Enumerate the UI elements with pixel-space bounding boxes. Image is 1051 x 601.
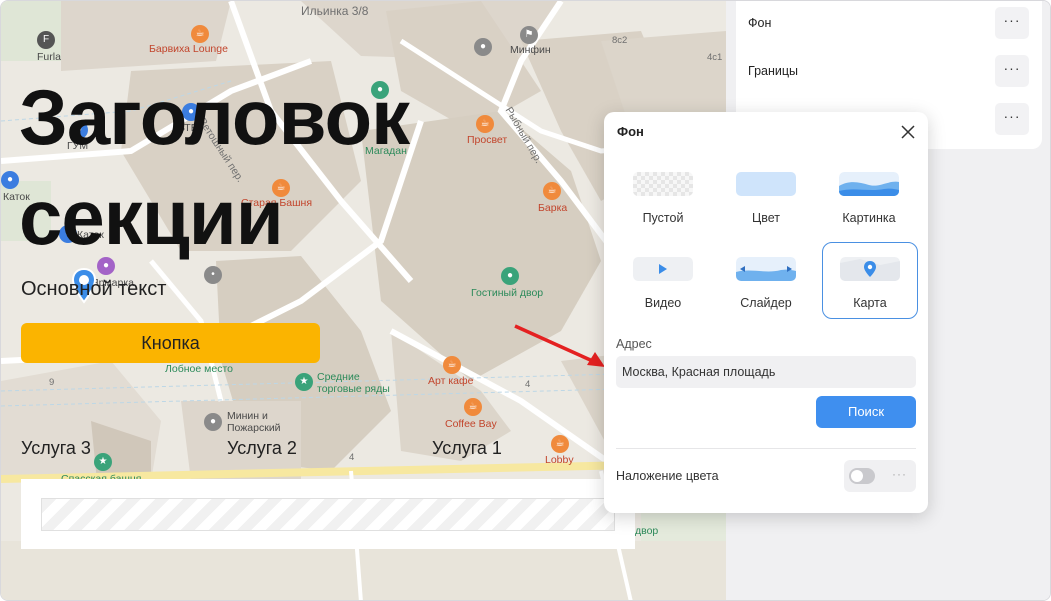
map-label-gostiny: Гостиный двор: [471, 287, 544, 299]
map-label-minin2: Пожарский: [227, 422, 281, 434]
map-label-coffee-bay: Coffee Bay: [445, 418, 497, 430]
close-icon[interactable]: [900, 124, 916, 140]
color-overlay-control: ···: [844, 460, 916, 492]
option-map[interactable]: Карта: [822, 242, 918, 319]
section-subtext[interactable]: Основной текст: [21, 278, 166, 301]
option-image[interactable]: Картинка: [822, 158, 916, 233]
background-more-button[interactable]: ···: [995, 7, 1029, 39]
map-label-4: 4: [525, 379, 531, 390]
monument-icon: ●: [204, 413, 222, 431]
cafe3-icon: ☕: [543, 182, 561, 200]
popup-title: Фон: [617, 124, 644, 139]
map-label-barka: Барка: [538, 202, 568, 214]
map-label-art-cafe: Арт кафе: [428, 375, 474, 387]
cafe5-icon: ☕: [464, 398, 482, 416]
setting-background-label: Фон: [748, 16, 772, 30]
option-map-label: Карта: [853, 296, 887, 310]
color-overlay-toggle[interactable]: [849, 468, 875, 484]
option-video[interactable]: Видео: [616, 243, 710, 318]
option-color-label: Цвет: [751, 211, 780, 225]
museum-icon: ●: [474, 38, 492, 56]
service-1-label[interactable]: Услуга 1: [432, 438, 502, 459]
map-label-srednie2: торговые ряды: [317, 383, 390, 395]
restaurant-icon: ☕: [191, 25, 209, 43]
map-label-srednie1: Средние: [317, 371, 360, 383]
map-label-furla: Furla: [37, 51, 61, 63]
service-3-label[interactable]: Услуга 3: [21, 438, 91, 459]
map-label-barvikha: Барвиха Lounge: [149, 43, 228, 55]
furla-icon: F: [37, 31, 55, 49]
address-input[interactable]: [616, 356, 916, 388]
cafe4-icon: ☕: [443, 356, 461, 374]
image-icon: [839, 172, 899, 196]
map-label-8c2: 8с2: [612, 35, 628, 46]
section-heading-line1: Заголовок: [19, 73, 410, 161]
app-frame: F Furla Ильинка 3/8 ☕ Барвиха Lounge ⚑ М…: [0, 0, 1051, 601]
cafe-icon: ☕: [476, 115, 494, 133]
option-empty-label: Пустой: [642, 211, 684, 225]
section-strip: [21, 479, 635, 549]
map-label-4c1: 4с1: [707, 52, 723, 63]
color-overlay-more-button[interactable]: ···: [892, 467, 907, 481]
placeholder-block[interactable]: [41, 498, 615, 531]
map-label-4b: 4: [349, 452, 355, 463]
section-heading[interactable]: Заголовок секции: [19, 67, 410, 267]
map-label-minin1: Минин и: [227, 410, 268, 422]
setting-borders-label: Границы: [748, 64, 798, 78]
skate-icon: ●: [1, 171, 19, 189]
map-label-ilinka: Ильинка 3/8: [301, 4, 369, 18]
section-heading-line2: секции: [19, 173, 284, 261]
address-label: Адрес: [616, 337, 652, 351]
popup-divider: [616, 448, 916, 449]
background-popup: Фон Пустой Цвет Картинка Видео Слайдер К…: [604, 112, 928, 513]
map-label-minfin: Минфин: [510, 44, 551, 56]
cafe6-icon: ☕: [551, 435, 569, 453]
map-icon: [840, 257, 900, 281]
map-label-lobby: Lobby: [545, 454, 574, 466]
option-image-label: Картинка: [842, 211, 896, 225]
map-label-prosvet: Просвет: [467, 134, 508, 146]
section-button[interactable]: Кнопка: [21, 323, 320, 363]
slider-icon: [736, 257, 796, 281]
option-color[interactable]: Цвет: [719, 158, 813, 233]
option-slider[interactable]: Слайдер: [719, 243, 813, 318]
map-label-dvor: двор: [635, 525, 659, 537]
search-button[interactable]: Поиск: [816, 396, 916, 428]
borders-more-button[interactable]: ···: [995, 55, 1029, 87]
gostiny-icon: ●: [501, 267, 519, 285]
toggle-knob: [851, 470, 863, 482]
color-overlay-label: Наложение цвета: [616, 469, 719, 483]
transparent-icon: [633, 172, 693, 196]
video-icon: [633, 257, 693, 281]
option-video-label: Видео: [644, 296, 682, 310]
color-icon: [736, 172, 796, 196]
star-icon: ★: [295, 373, 313, 391]
option-empty[interactable]: Пустой: [616, 158, 710, 233]
map-label-9: 9: [49, 377, 55, 388]
tower-star-icon: ★: [94, 453, 112, 471]
service-2-label[interactable]: Услуга 2: [227, 438, 297, 459]
third-more-button[interactable]: ···: [995, 103, 1029, 135]
traffic-light-icon: •: [204, 266, 222, 284]
map-label-lobnoe: Лобное место: [165, 363, 233, 375]
minfin-flag-icon: ⚑: [520, 26, 538, 44]
option-slider-label: Слайдер: [740, 296, 792, 310]
